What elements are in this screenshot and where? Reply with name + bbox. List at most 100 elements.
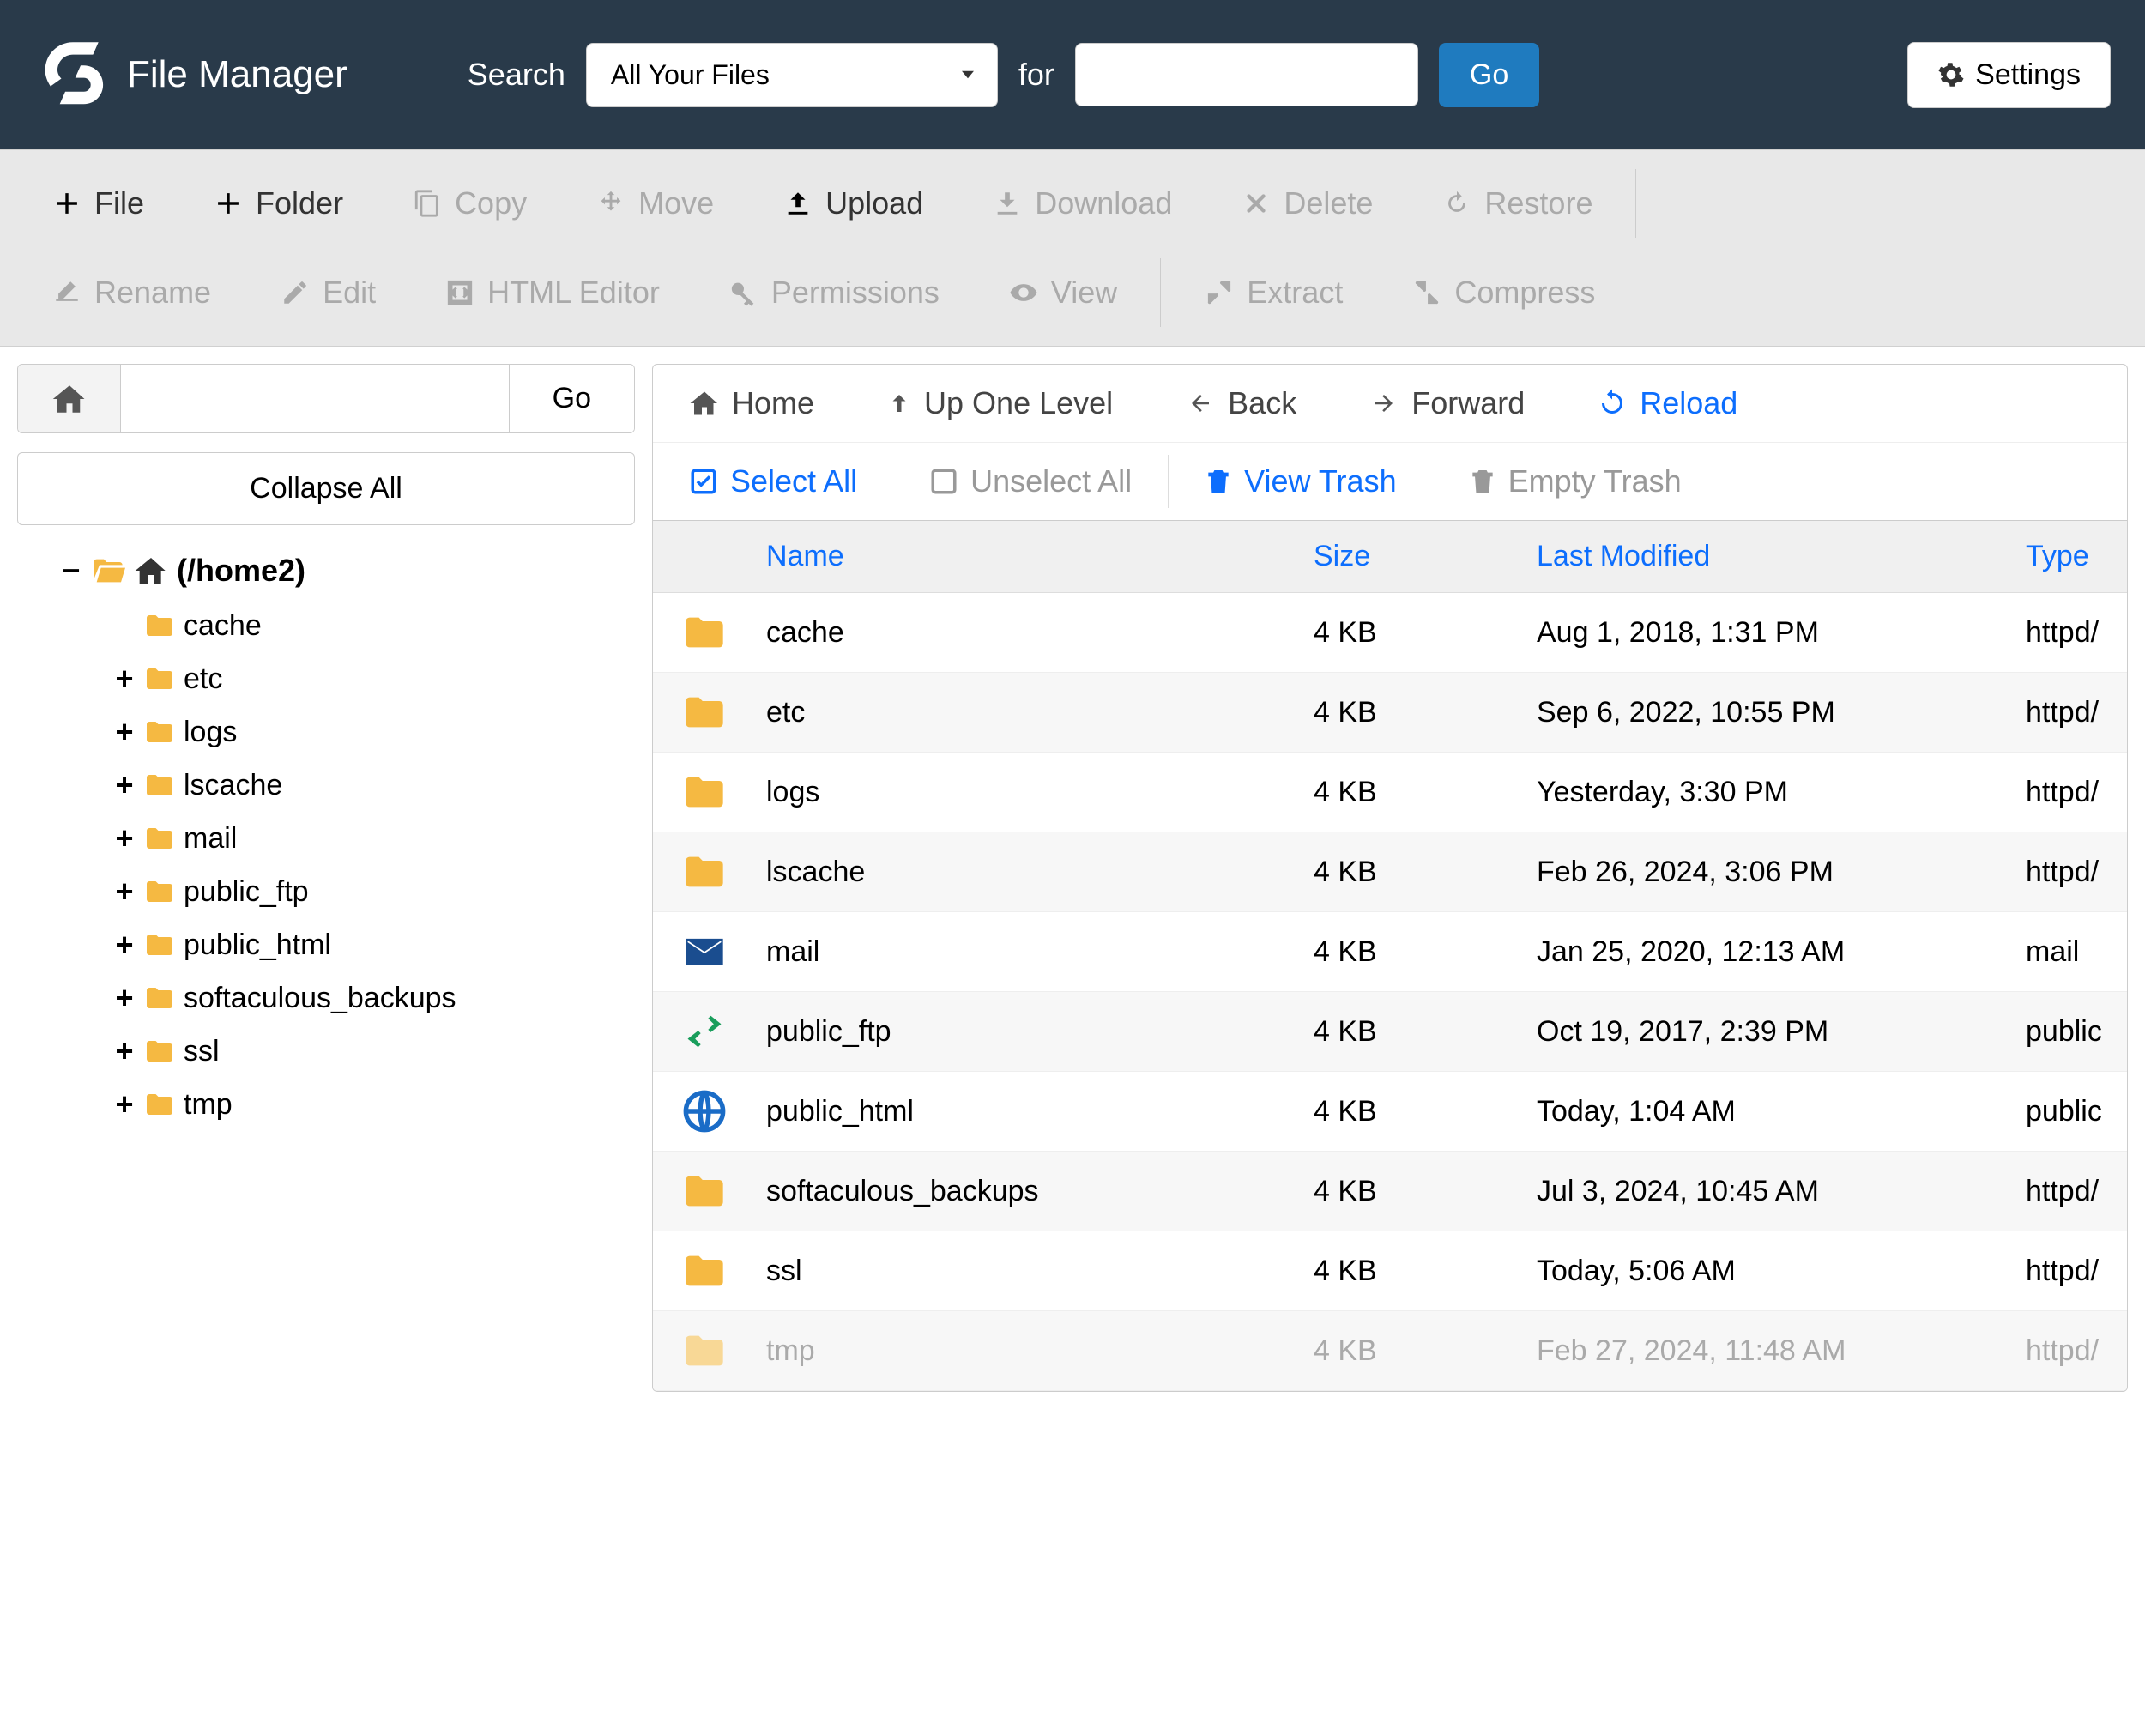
col-size-header[interactable]: Size xyxy=(1303,540,1526,573)
compress-icon xyxy=(1411,277,1442,308)
expand-icon[interactable]: + xyxy=(113,1086,136,1122)
expand-icon[interactable]: + xyxy=(113,820,136,856)
download-icon xyxy=(992,188,1023,219)
tree-root-label: (/home2) xyxy=(177,553,305,589)
nav-up-button[interactable]: Up One Level xyxy=(850,365,1149,442)
collapse-all-button[interactable]: Collapse All xyxy=(17,452,635,525)
copy-icon xyxy=(412,188,443,219)
table-row[interactable]: cache4 KBAug 1, 2018, 1:31 PMhttpd/ xyxy=(653,593,2127,673)
tree-home-button[interactable] xyxy=(18,365,121,432)
download-button[interactable]: Download xyxy=(958,170,1206,237)
tree-item[interactable]: +logs xyxy=(113,705,635,759)
file-panel: Home Up One Level Back Forward Reload xyxy=(652,364,2128,1392)
back-arrow-icon xyxy=(1185,390,1216,416)
tree-item-label: softaculous_backups xyxy=(184,982,456,1015)
nav-back-button[interactable]: Back xyxy=(1149,365,1332,442)
table-row[interactable]: logs4 KBYesterday, 3:30 PMhttpd/ xyxy=(653,753,2127,832)
search-go-button[interactable]: Go xyxy=(1439,43,1539,107)
eye-icon xyxy=(1008,277,1039,308)
row-icon xyxy=(653,850,756,894)
row-name: lscache xyxy=(756,856,1303,889)
folder-icon xyxy=(144,717,175,747)
upload-button[interactable]: Upload xyxy=(748,170,958,237)
new-folder-button[interactable]: Folder xyxy=(178,170,378,237)
tree-item[interactable]: cache xyxy=(113,599,635,652)
download-label: Download xyxy=(1035,185,1172,221)
edit-button[interactable]: Edit xyxy=(245,259,410,326)
row-type: httpd/ xyxy=(2015,776,2127,809)
tree-item[interactable]: +public_ftp xyxy=(113,865,635,918)
restore-button[interactable]: Restore xyxy=(1407,170,1627,237)
row-name: ssl xyxy=(756,1255,1303,1288)
tree-item[interactable]: +ssl xyxy=(113,1025,635,1078)
extract-label: Extract xyxy=(1247,275,1343,311)
expand-icon[interactable]: + xyxy=(113,714,136,750)
tree-path-input[interactable] xyxy=(121,365,509,432)
tree-go-button[interactable]: Go xyxy=(509,365,634,432)
html-editor-label: HTML Editor xyxy=(487,275,660,311)
table-row[interactable]: public_ftp4 KBOct 19, 2017, 2:39 PMpubli… xyxy=(653,992,2127,1072)
tree-item[interactable]: +public_html xyxy=(113,918,635,971)
gear-icon xyxy=(1937,61,1965,88)
trash-icon xyxy=(1205,466,1232,497)
collapse-icon[interactable]: − xyxy=(60,553,82,589)
col-icon-header xyxy=(653,540,756,573)
move-button[interactable]: Move xyxy=(561,170,748,237)
expand-icon[interactable]: + xyxy=(113,874,136,910)
row-size: 4 KB xyxy=(1303,696,1526,729)
file-nav: Home Up One Level Back Forward Reload xyxy=(653,365,2127,521)
col-name-header[interactable]: Name xyxy=(756,540,1303,573)
edit-label: Edit xyxy=(323,275,376,311)
expand-icon[interactable]: + xyxy=(113,927,136,963)
row-name: public_html xyxy=(756,1095,1303,1128)
table-row[interactable]: lscache4 KBFeb 26, 2024, 3:06 PMhttpd/ xyxy=(653,832,2127,912)
tree-item-label: tmp xyxy=(184,1088,233,1122)
settings-label: Settings xyxy=(1975,58,2081,92)
restore-icon xyxy=(1441,188,1472,219)
nav-reload-button[interactable]: Reload xyxy=(1561,365,1773,442)
col-type-header[interactable]: Type xyxy=(2015,540,2127,573)
folder-icon xyxy=(682,770,727,814)
nav-home-button[interactable]: Home xyxy=(653,365,850,442)
table-row[interactable]: ssl4 KBToday, 5:06 AMhttpd/ xyxy=(653,1231,2127,1311)
search-scope-select[interactable]: All Your Files xyxy=(586,43,998,107)
view-trash-button[interactable]: View Trash xyxy=(1169,443,1432,520)
empty-trash-button[interactable]: Empty Trash xyxy=(1433,443,1718,520)
extract-button[interactable]: Extract xyxy=(1169,259,1377,326)
search-input[interactable] xyxy=(1075,43,1418,106)
delete-button[interactable]: Delete xyxy=(1206,170,1407,237)
row-icon xyxy=(653,1249,756,1293)
table-row[interactable]: tmp4 KBFeb 27, 2024, 11:48 AMhttpd/ xyxy=(653,1311,2127,1391)
rename-button[interactable]: Rename xyxy=(17,259,245,326)
copy-button[interactable]: Copy xyxy=(378,170,561,237)
select-all-button[interactable]: Select All xyxy=(653,443,893,520)
table-row[interactable]: softaculous_backups4 KBJul 3, 2024, 10:4… xyxy=(653,1152,2127,1231)
col-modified-header[interactable]: Last Modified xyxy=(1526,540,2015,573)
expand-icon[interactable]: + xyxy=(113,661,136,697)
compress-button[interactable]: Compress xyxy=(1377,259,1629,326)
tree-item[interactable]: +lscache xyxy=(113,759,635,812)
mail-icon xyxy=(682,929,727,974)
table-row[interactable]: etc4 KBSep 6, 2022, 10:55 PMhttpd/ xyxy=(653,673,2127,753)
table-row[interactable]: public_html4 KBToday, 1:04 AMpublic xyxy=(653,1072,2127,1152)
nav-forward-button[interactable]: Forward xyxy=(1332,365,1561,442)
new-file-button[interactable]: File xyxy=(17,170,178,237)
html-editor-button[interactable]: HTML Editor xyxy=(410,259,694,326)
tree-item[interactable]: + tmp xyxy=(113,1078,635,1131)
row-modified: Yesterday, 3:30 PM xyxy=(1526,776,2015,809)
settings-button[interactable]: Settings xyxy=(1907,42,2111,108)
plus-icon xyxy=(213,188,244,219)
row-type: httpd/ xyxy=(2015,1255,2127,1288)
table-row[interactable]: mail4 KBJan 25, 2020, 12:13 AMmail xyxy=(653,912,2127,992)
expand-icon[interactable]: + xyxy=(113,767,136,803)
tree-root[interactable]: − (/home2) xyxy=(60,553,635,589)
tree-item[interactable]: + softaculous_backups xyxy=(113,971,635,1025)
tree-item[interactable]: +etc xyxy=(113,652,635,705)
permissions-button[interactable]: Permissions xyxy=(694,259,974,326)
row-size: 4 KB xyxy=(1303,1334,1526,1368)
view-button[interactable]: View xyxy=(974,259,1151,326)
expand-icon[interactable]: + xyxy=(113,980,136,1016)
tree-item[interactable]: +mail xyxy=(113,812,635,865)
unselect-all-button[interactable]: Unselect All xyxy=(893,443,1168,520)
expand-icon[interactable]: + xyxy=(113,1033,136,1069)
